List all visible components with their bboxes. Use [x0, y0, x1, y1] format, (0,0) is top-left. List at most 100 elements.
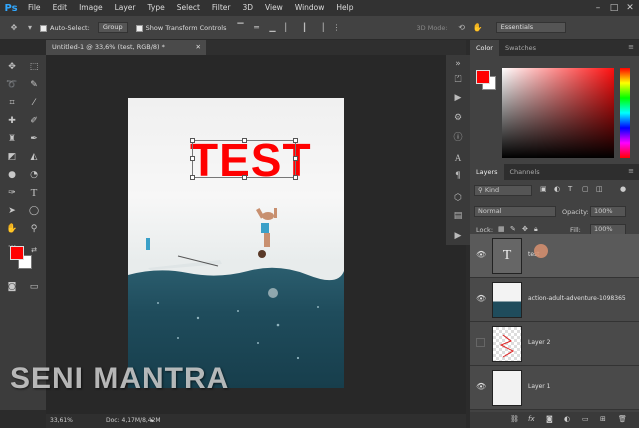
zoom-icon[interactable]: ⚲: [24, 221, 44, 236]
eyedropper-icon[interactable]: ⁄: [24, 95, 44, 110]
quick-select-icon[interactable]: ✎: [24, 77, 44, 92]
transform-handle[interactable]: [293, 138, 298, 143]
chevron-down-icon[interactable]: ▾: [24, 22, 36, 34]
zoom-level[interactable]: 33,61%: [50, 414, 73, 428]
distribute-icon[interactable]: ⋮: [331, 22, 343, 34]
transform-controls-checkbox[interactable]: [135, 25, 143, 32]
marquee-icon[interactable]: ⬚: [24, 59, 44, 74]
menu-file[interactable]: File: [22, 0, 47, 16]
quick-mask-icon[interactable]: ◙: [2, 279, 22, 294]
tab-color[interactable]: Color: [470, 40, 499, 56]
minimize-button[interactable]: –: [590, 0, 606, 16]
lasso-icon[interactable]: ➰: [2, 77, 22, 92]
menu-window[interactable]: Window: [289, 0, 331, 16]
align-center-icon[interactable]: ┃: [299, 22, 311, 34]
history-icon[interactable]: ⏍: [450, 73, 466, 87]
pen-icon[interactable]: ✑: [2, 185, 22, 200]
stamp-icon[interactable]: ♜: [2, 131, 22, 146]
screen-mode-icon[interactable]: ▭: [24, 279, 44, 294]
menu-filter[interactable]: Filter: [206, 0, 237, 16]
close-tab-icon[interactable]: ✕: [196, 40, 201, 55]
libraries-icon[interactable]: ▤: [450, 209, 466, 223]
opacity-input[interactable]: 100%: [590, 206, 626, 217]
timeline-icon[interactable]: ▶: [450, 229, 466, 243]
panel-menu-icon[interactable]: ≡: [628, 43, 634, 51]
hue-slider[interactable]: [620, 68, 630, 158]
crop-icon[interactable]: ⌗: [2, 95, 22, 110]
menu-layer[interactable]: Layer: [109, 0, 142, 16]
paragraph-icon[interactable]: ¶: [450, 169, 466, 183]
layers-menu-icon[interactable]: ≡: [628, 167, 634, 175]
transform-handle[interactable]: [190, 138, 195, 143]
status-arrow-icon[interactable]: ▸: [151, 414, 154, 428]
adjustment-icon[interactable]: ◐: [564, 415, 570, 423]
color-picker-field[interactable]: [502, 68, 614, 158]
transform-handle[interactable]: [190, 175, 195, 180]
hidden-visibility-toggle[interactable]: [476, 338, 485, 347]
lock-transparent-icon[interactable]: ▦: [498, 225, 505, 233]
layer-name[interactable]: Layer 2: [528, 339, 550, 346]
actions-icon[interactable]: ▶: [450, 91, 466, 105]
align-right-icon[interactable]: ▕: [315, 22, 327, 34]
close-button[interactable]: ✕: [622, 0, 638, 16]
filter-shape-icon[interactable]: ▢: [582, 185, 589, 193]
transform-handle[interactable]: [242, 175, 247, 180]
filter-smart-icon[interactable]: ◫: [596, 185, 603, 193]
eye-icon[interactable]: 👁︎: [476, 294, 488, 306]
swap-colors-icon[interactable]: ⇄: [24, 242, 44, 257]
align-middle-icon[interactable]: ═: [251, 22, 263, 34]
menu-image[interactable]: Image: [73, 0, 109, 16]
new-layer-icon[interactable]: ⊞: [600, 415, 606, 423]
collapse-icon[interactable]: »: [450, 57, 466, 71]
transform-bounding-box[interactable]: [190, 138, 298, 180]
canvas-area[interactable]: TEST: [46, 55, 466, 414]
bucket-icon[interactable]: ◭: [24, 149, 44, 164]
panel-foreground-swatch[interactable]: [476, 70, 490, 84]
kind-filter-dropdown[interactable]: ⚲ Kind: [474, 185, 532, 196]
hand-icon[interactable]: ✋: [2, 221, 22, 236]
shape-icon[interactable]: ◯: [24, 203, 44, 218]
info-icon[interactable]: ⓘ: [450, 129, 466, 143]
tab-channels[interactable]: Channels: [504, 164, 546, 180]
document-tab[interactable]: Untitled-1 @ 33,6% (test, RGB/8) * ✕: [46, 40, 206, 55]
lock-position-icon[interactable]: ✥: [522, 225, 528, 233]
link-icon[interactable]: ⛓: [510, 415, 519, 423]
foreground-color-swatch[interactable]: [10, 246, 24, 260]
brush-icon[interactable]: ✐: [24, 113, 44, 128]
auto-select-checkbox[interactable]: [40, 25, 47, 32]
menu-3d[interactable]: 3D: [236, 0, 259, 16]
document-canvas[interactable]: TEST: [128, 98, 344, 388]
menu-edit[interactable]: Edit: [47, 0, 74, 16]
blend-mode-dropdown[interactable]: Normal: [474, 206, 556, 217]
filter-toggle-icon[interactable]: ●: [620, 185, 626, 193]
tab-swatches[interactable]: Swatches: [499, 40, 542, 56]
layer-row[interactable]: 👁︎ T test: [470, 234, 639, 278]
3d-rotate-icon[interactable]: ⟲: [456, 22, 468, 34]
menu-view[interactable]: View: [259, 0, 289, 16]
layer-row[interactable]: 👁︎ action-adult-adventure-1098365: [470, 278, 639, 322]
menu-help[interactable]: Help: [330, 0, 359, 16]
blur-icon[interactable]: ●: [2, 167, 22, 182]
menu-type[interactable]: Type: [142, 0, 171, 16]
align-bottom-icon[interactable]: ▁: [267, 22, 279, 34]
filter-type-icon[interactable]: T: [568, 185, 572, 193]
properties-icon[interactable]: ⚙: [450, 111, 466, 125]
align-top-icon[interactable]: ▔: [235, 22, 247, 34]
transform-handle[interactable]: [190, 156, 195, 161]
trash-icon[interactable]: 🗑︎: [618, 415, 627, 423]
character-icon[interactable]: A: [450, 151, 466, 165]
type-icon[interactable]: T: [24, 185, 44, 200]
filter-pixel-icon[interactable]: ▣: [540, 185, 547, 193]
transform-handle[interactable]: [293, 175, 298, 180]
filter-adjustment-icon[interactable]: ◐: [554, 185, 560, 193]
layer-row[interactable]: 👁︎ Layer 1: [470, 366, 639, 410]
3d-icon[interactable]: ⬡: [450, 191, 466, 205]
layer-name[interactable]: Layer 1: [528, 383, 550, 390]
lock-all-icon[interactable]: 🔒︎: [534, 225, 538, 234]
align-left-icon[interactable]: ▏: [283, 22, 295, 34]
move-tool-icon[interactable]: ✥: [8, 22, 20, 34]
folder-icon[interactable]: ▭: [582, 415, 589, 423]
layer-row[interactable]: Layer 2: [470, 322, 639, 366]
transform-handle[interactable]: [242, 138, 247, 143]
eye-icon[interactable]: 👁︎: [476, 382, 488, 394]
